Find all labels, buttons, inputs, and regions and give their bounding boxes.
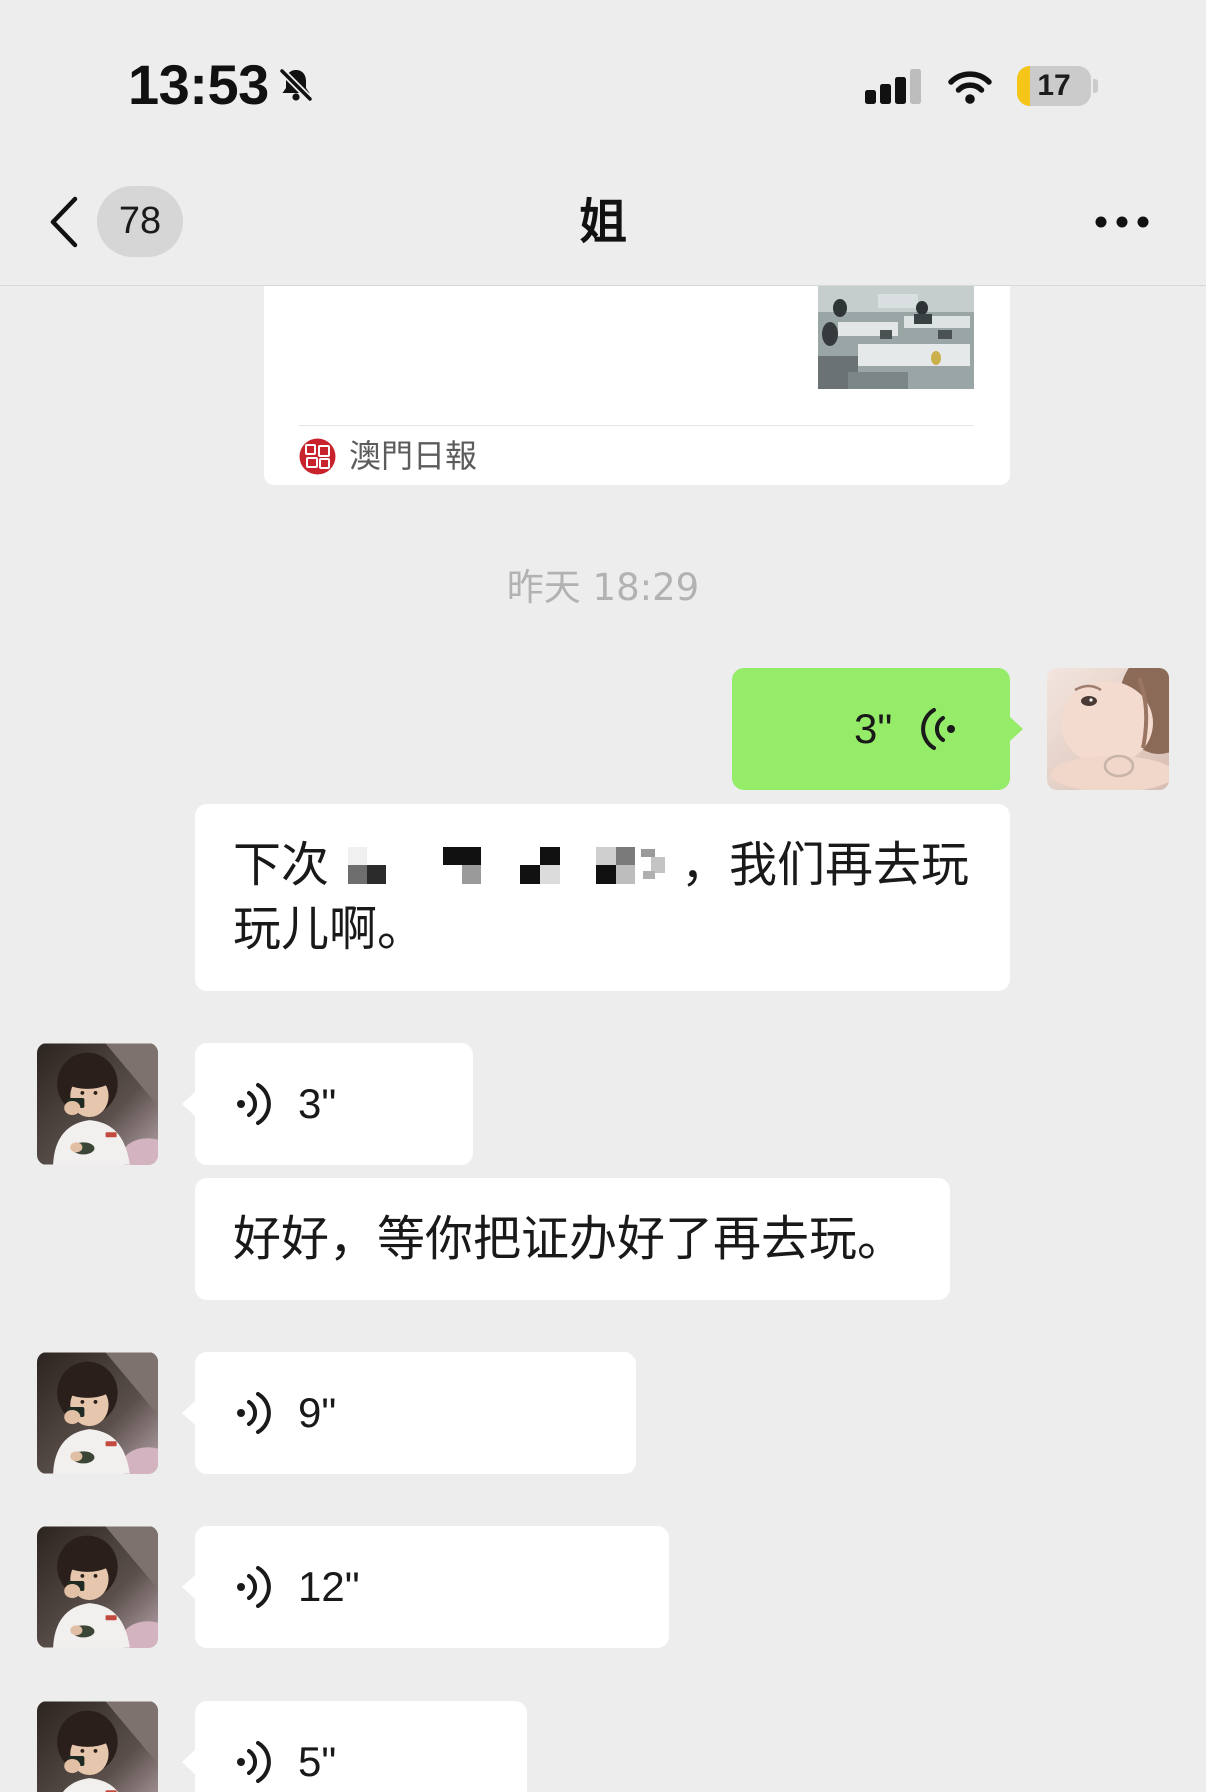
- message-text-start: 下次: [233, 837, 330, 893]
- incoming-voice-bubble[interactable]: 3": [182, 1043, 473, 1165]
- incoming-text-bubble[interactable]: 好好，等你把证办好了再去玩。: [195, 1178, 950, 1300]
- voice-wave-icon: [237, 1392, 271, 1434]
- contact-avatar[interactable]: [37, 1352, 158, 1474]
- incoming-text-bubble[interactable]: 下次 ，我们再去玩 玩儿啊。: [195, 804, 1010, 991]
- voice-duration: 9": [298, 1389, 337, 1436]
- my-avatar[interactable]: [1047, 668, 1169, 790]
- battery-cap: [1093, 79, 1098, 93]
- cellular-signal-icon: [865, 69, 921, 104]
- bubble-tail: [182, 1401, 195, 1425]
- card-divider: [299, 425, 974, 426]
- status-time: 13:53: [128, 53, 269, 116]
- contact-avatar[interactable]: [37, 1701, 158, 1792]
- contact-avatar[interactable]: [37, 1526, 158, 1648]
- battery-level: 17: [1037, 69, 1071, 102]
- incoming-voice-bubble[interactable]: 9": [182, 1352, 636, 1474]
- voice-duration: 12": [298, 1563, 360, 1610]
- message-timestamp: 昨天 18:29: [506, 566, 700, 609]
- incoming-voice-bubble[interactable]: 5": [182, 1701, 527, 1792]
- bubble-tail: [1010, 717, 1023, 741]
- wifi-icon: [948, 71, 992, 104]
- mosaic-redaction: [348, 847, 665, 884]
- article-thumbnail: [818, 286, 974, 389]
- contact-avatar-image: [37, 1701, 158, 1792]
- bubble-tail: [182, 1575, 195, 1599]
- outgoing-voice-bubble[interactable]: 3": [732, 668, 1023, 790]
- voice-duration: 5": [298, 1738, 337, 1785]
- contact-avatar[interactable]: [37, 1043, 158, 1165]
- voice-wave-icon: [237, 1083, 271, 1125]
- bubble-tail: [182, 1750, 195, 1774]
- chat-title: 姐: [578, 194, 627, 250]
- bell-slash-icon: [277, 66, 315, 104]
- message-text: 好好，等你把证办好了再去玩。: [233, 1211, 906, 1267]
- voice-wave-icon: [237, 1566, 271, 1608]
- voice-duration: 3": [298, 1080, 337, 1127]
- link-card[interactable]: 澳門日報: [264, 286, 1010, 485]
- voice-wave-icon: [921, 708, 955, 750]
- message-text-line2: 玩儿啊。: [233, 901, 426, 957]
- more-dots-icon[interactable]: [1093, 212, 1153, 232]
- message-text-end: ，我们再去玩: [681, 837, 970, 893]
- battery-icon: 17: [1017, 66, 1091, 106]
- card-source-name: 澳門日報: [349, 437, 478, 475]
- voice-duration: 3": [854, 705, 893, 752]
- incoming-voice-bubble[interactable]: 12": [182, 1526, 669, 1648]
- bubble-tail: [182, 1092, 195, 1116]
- voice-wave-icon: [237, 1741, 271, 1783]
- news-logo-icon: [299, 438, 336, 475]
